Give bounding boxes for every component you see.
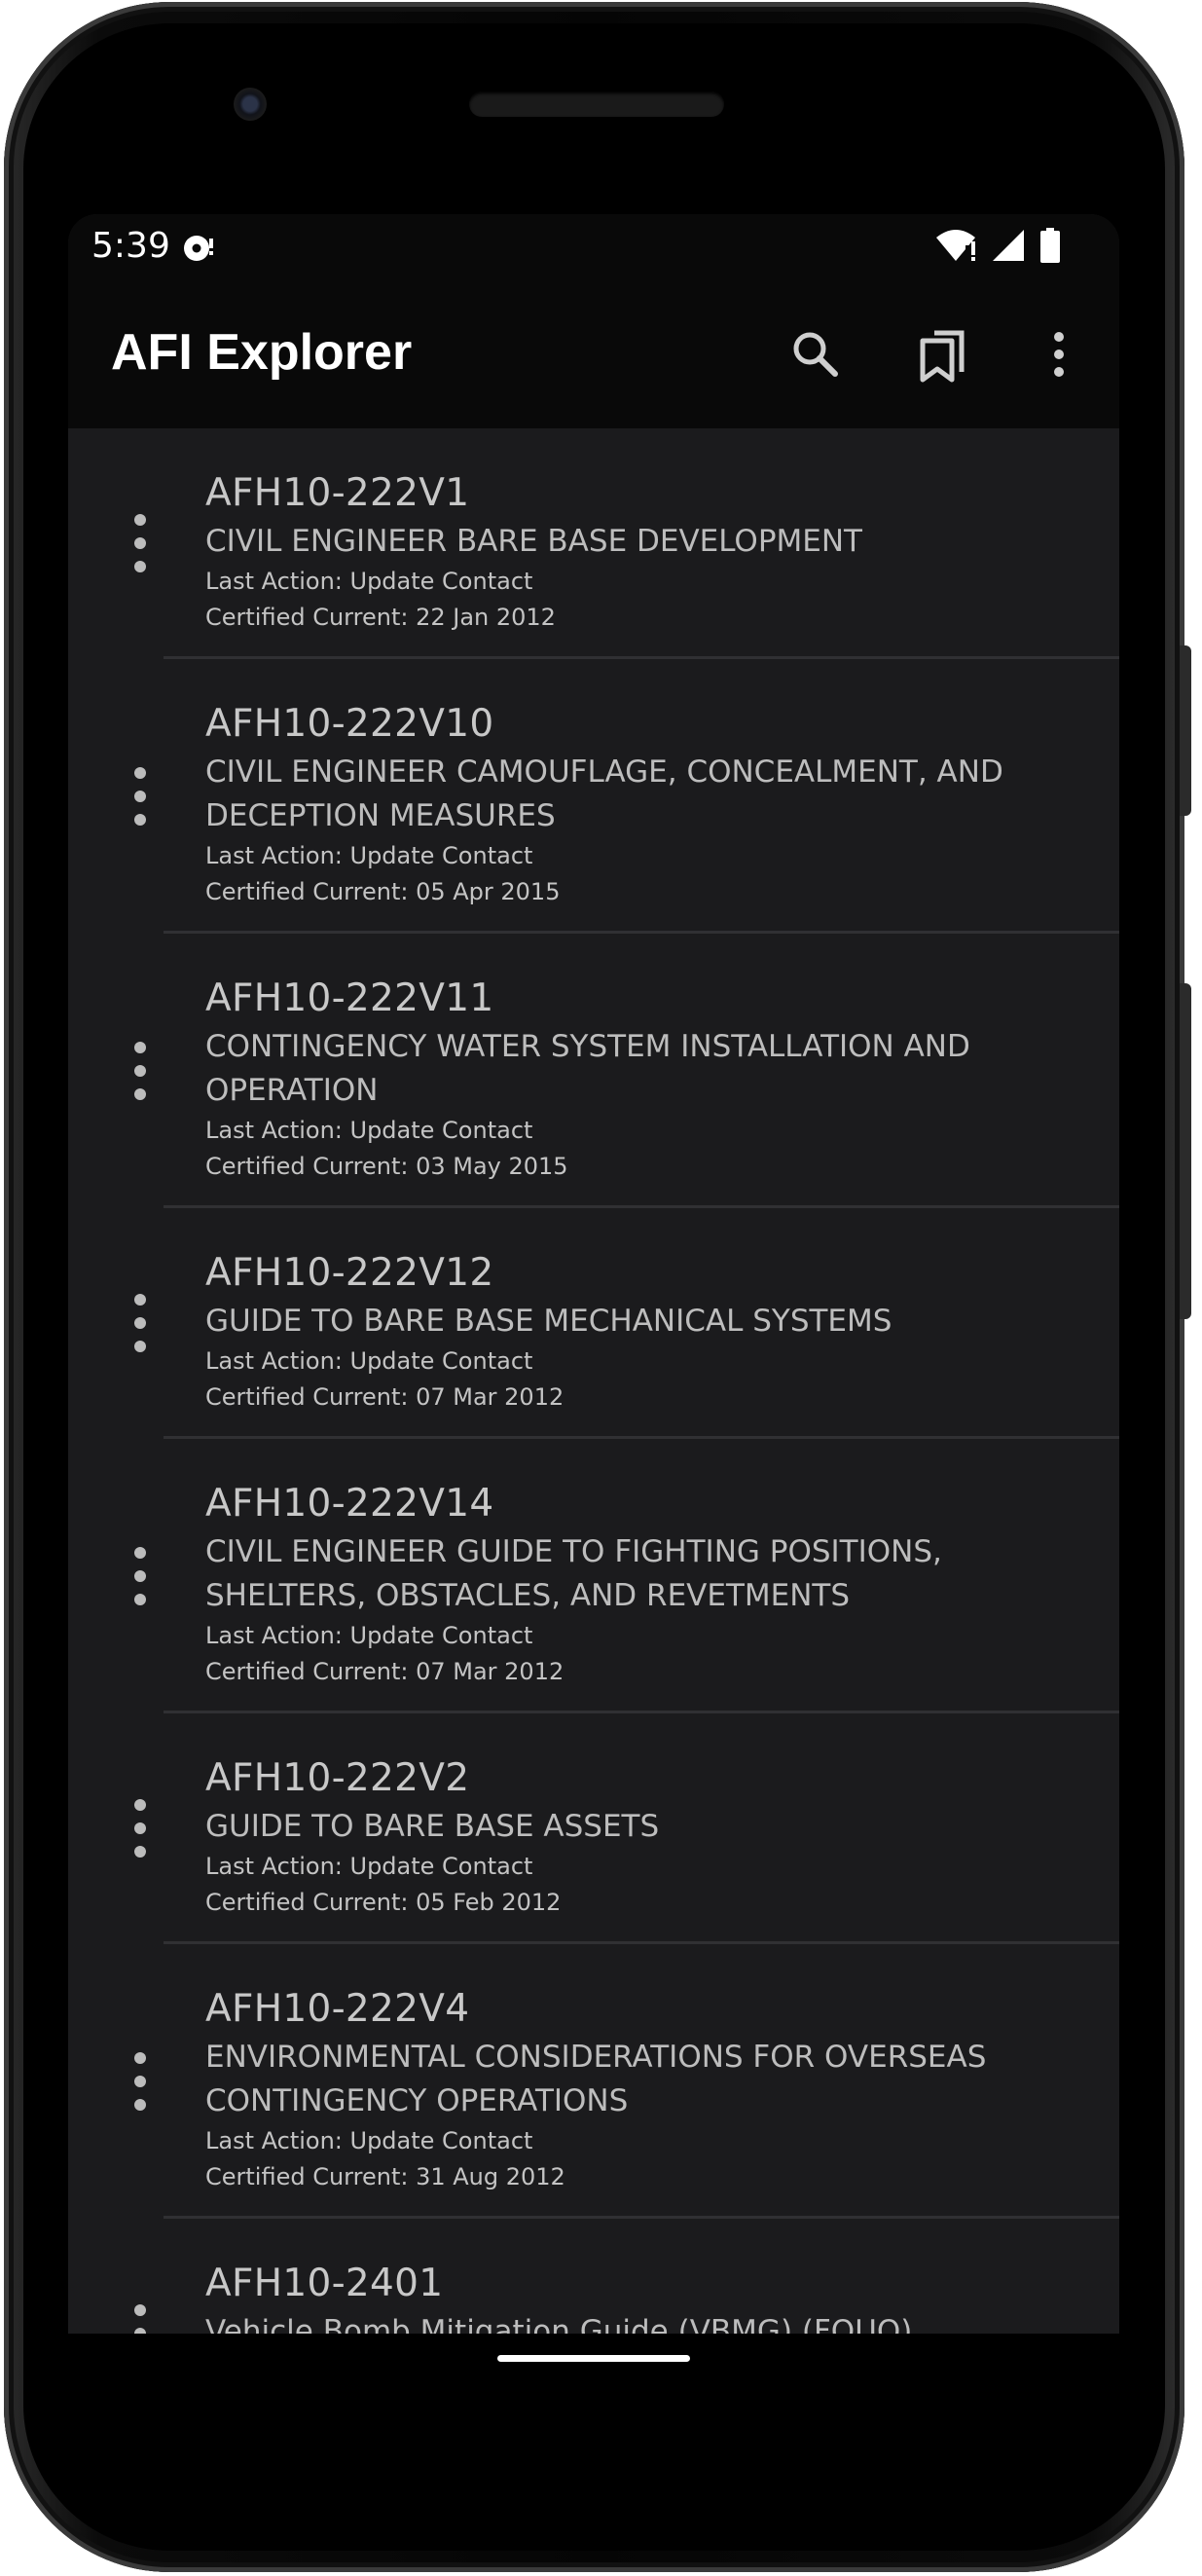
item-text: AFH10-222V11 CONTINGENCY WATER SYSTEM IN…	[205, 976, 1061, 1185]
item-overflow-icon[interactable]	[128, 1547, 152, 1605]
volume-button	[1180, 983, 1191, 1319]
item-text: AFH10-222V4 ENVIRONMENTAL CONSIDERATIONS…	[205, 1987, 1061, 2195]
sync-indicator-icon	[182, 232, 215, 265]
screen: 5:39 AFI Explorer AFH10-222V1 CIVIL ENGI…	[68, 214, 1119, 2334]
item-title: CIVIL ENGINEER BARE BASE DEVELOPMENT	[205, 524, 862, 559]
item-text: AFH10-222V12 GUIDE TO BARE BASE MECHANIC…	[205, 1251, 1061, 1416]
item-last-action: Last Action: Update Contact	[205, 1853, 533, 1880]
app-bar: AFI Explorer	[68, 282, 1119, 428]
bookmarks-icon[interactable]	[911, 323, 973, 386]
item-text: AFH10-222V10 CIVIL ENGINEER CAMOUFLAGE, …	[205, 702, 1061, 910]
navigation-bar	[68, 2334, 1119, 2431]
item-text: AFH10-222V1 CIVIL ENGINEER BARE BASE DEV…	[205, 471, 1061, 636]
overflow-menu-icon[interactable]	[1028, 323, 1090, 386]
item-title: CIVIL ENGINEER GUIDE TO FIGHTING POSITIO…	[205, 1534, 942, 1613]
item-overflow-icon[interactable]	[128, 1042, 152, 1100]
item-overflow-icon[interactable]	[128, 2304, 152, 2334]
item-code: AFH10-222V12	[205, 1251, 494, 1295]
front-camera	[234, 88, 267, 121]
list-item[interactable]: AFH10-222V1 CIVIL ENGINEER BARE BASE DEV…	[68, 428, 1119, 659]
item-overflow-icon[interactable]	[128, 1799, 152, 1858]
item-overflow-icon[interactable]	[128, 514, 152, 572]
item-code: AFH10-222V2	[205, 1756, 470, 1800]
item-last-action: Last Action: Update Contact	[205, 2127, 533, 2154]
wifi-alert-icon	[934, 228, 977, 267]
item-code: AFH10-222V1	[205, 471, 470, 515]
item-title: GUIDE TO BARE BASE ASSETS	[205, 1809, 660, 1844]
item-code: AFH10-222V4	[205, 1987, 470, 2031]
item-code: AFH10-222V10	[205, 702, 494, 746]
item-certified: Certified Current: 07 Mar 2012	[205, 1658, 565, 1685]
list-item[interactable]: AFH10-222V10 CIVIL ENGINEER CAMOUFLAGE, …	[68, 659, 1119, 934]
list-item[interactable]: AFH10-222V2 GUIDE TO BARE BASE ASSETS La…	[68, 1713, 1119, 1944]
item-text: AFH10-2401 Vehicle Bomb Mitigation Guide…	[205, 2262, 1061, 2334]
status-bar: 5:39	[68, 214, 1119, 282]
battery-full-icon	[1039, 228, 1061, 267]
item-overflow-icon[interactable]	[128, 2052, 152, 2111]
publication-list: AFH10-222V1 CIVIL ENGINEER BARE BASE DEV…	[68, 428, 1119, 2334]
item-last-action: Last Action: Update Contact	[205, 1622, 533, 1649]
item-text: AFH10-222V2 GUIDE TO BARE BASE ASSETS La…	[205, 1756, 1061, 1921]
power-button	[1180, 645, 1191, 816]
cellular-signal-icon	[991, 228, 1026, 267]
item-code: AFH10-222V11	[205, 976, 494, 1020]
item-last-action: Last Action: Update Contact	[205, 842, 533, 869]
item-text: AFH10-222V14 CIVIL ENGINEER GUIDE TO FIG…	[205, 1482, 1061, 1690]
app-title: AFI Explorer	[111, 324, 413, 381]
item-title: CONTINGENCY WATER SYSTEM INSTALLATION AN…	[205, 1029, 970, 1108]
item-certified: Certified Current: 31 Aug 2012	[205, 2163, 565, 2190]
list-item[interactable]: AFH10-222V12 GUIDE TO BARE BASE MECHANIC…	[68, 1208, 1119, 1439]
item-last-action: Last Action: Update Contact	[205, 1117, 533, 1144]
item-last-action: Last Action: Update Contact	[205, 1347, 533, 1375]
status-icons	[934, 228, 1061, 267]
item-title: Vehicle Bomb Mitigation Guide (VBMG) (FO…	[205, 2314, 913, 2334]
item-certified: Certified Current: 05 Apr 2015	[205, 878, 561, 905]
status-time: 5:39	[91, 226, 170, 266]
list-item[interactable]: AFH10-222V11 CONTINGENCY WATER SYSTEM IN…	[68, 934, 1119, 1208]
list-item[interactable]: AFH10-2401 Vehicle Bomb Mitigation Guide…	[68, 2219, 1119, 2334]
item-title: GUIDE TO BARE BASE MECHANICAL SYSTEMS	[205, 1304, 892, 1339]
item-title: CIVIL ENGINEER CAMOUFLAGE, CONCEALMENT, …	[205, 754, 1003, 833]
item-last-action: Last Action: Update Contact	[205, 568, 533, 595]
list-item[interactable]: AFH10-222V14 CIVIL ENGINEER GUIDE TO FIG…	[68, 1439, 1119, 1713]
item-title: ENVIRONMENTAL CONSIDERATIONS FOR OVERSEA…	[205, 2040, 987, 2118]
list-item[interactable]: AFH10-222V4 ENVIRONMENTAL CONSIDERATIONS…	[68, 1944, 1119, 2219]
item-certified: Certified Current: 03 May 2015	[205, 1153, 568, 1180]
item-certified: Certified Current: 05 Feb 2012	[205, 1889, 562, 1916]
item-code: AFH10-2401	[205, 2262, 444, 2305]
home-gesture-handle[interactable]	[497, 2355, 690, 2362]
item-overflow-icon[interactable]	[128, 767, 152, 826]
search-icon[interactable]	[784, 323, 847, 386]
item-certified: Certified Current: 07 Mar 2012	[205, 1383, 565, 1411]
earpiece-speaker	[469, 92, 724, 117]
item-overflow-icon[interactable]	[128, 1294, 152, 1352]
item-code: AFH10-222V14	[205, 1482, 494, 1526]
item-certified: Certified Current: 22 Jan 2012	[205, 604, 556, 631]
